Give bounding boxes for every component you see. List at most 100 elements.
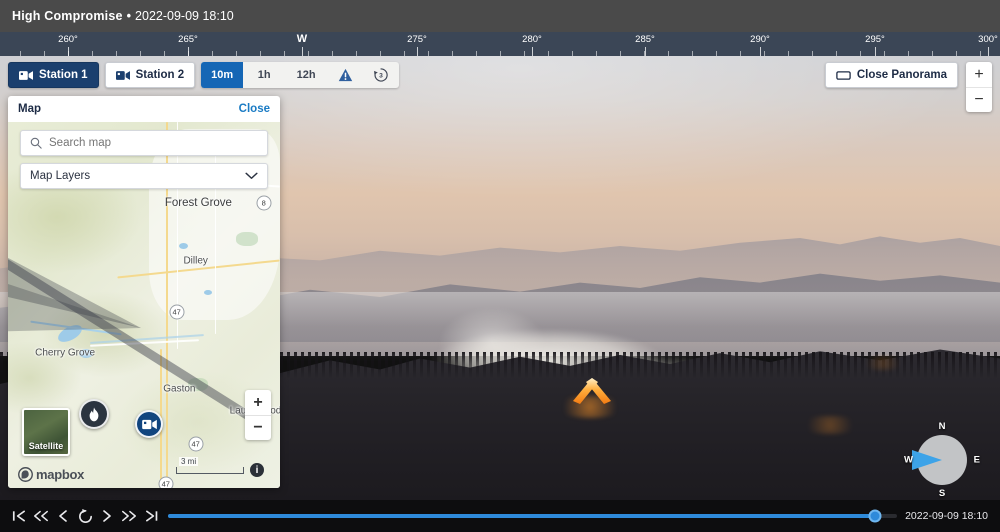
ruler-tick	[980, 51, 981, 56]
panorama-frame-icon	[836, 70, 851, 80]
flame-icon	[89, 407, 99, 421]
fire-flame-marker[interactable]	[79, 399, 109, 429]
warning-triangle-icon	[338, 68, 352, 82]
range-1h-label: 1h	[257, 69, 271, 81]
skip-to-end-icon	[145, 510, 157, 522]
ruler-major-tick	[645, 47, 646, 56]
map-search-box[interactable]	[20, 130, 268, 156]
ruler-tick	[860, 51, 861, 56]
alerts-button[interactable]	[327, 62, 363, 88]
step-back-button[interactable]	[52, 505, 74, 527]
station-2-button[interactable]: Station 2	[104, 62, 196, 88]
station-toolbar: Station 1 Station 2 10m 1h 12h 3	[8, 62, 400, 88]
ruler-label: 290°	[750, 34, 770, 45]
playback-progress-handle[interactable]	[868, 509, 882, 523]
ruler-major-tick	[417, 47, 418, 56]
ruler-label: 280°	[522, 34, 542, 45]
page-title: High Compromise	[12, 9, 123, 23]
fire-glow-secondary	[800, 416, 860, 434]
range-12h-button[interactable]: 12h	[285, 62, 327, 88]
range-12h-label: 12h	[296, 69, 316, 81]
ruler-tick	[668, 51, 669, 56]
map-info-button[interactable]: i	[250, 463, 264, 477]
map-place-label: Cherry Grove	[35, 347, 96, 359]
mapbox-attribution[interactable]: mapbox	[18, 467, 84, 482]
fire-glow-tertiary	[860, 356, 906, 370]
step-forward-icon	[103, 510, 111, 522]
map-place-label: Dilley	[183, 255, 208, 267]
station-1-button[interactable]: Station 1	[8, 62, 99, 88]
panorama-viewer-app: High Compromise • 2022-09-09 18:10 260° 2…	[0, 0, 1000, 532]
ruler-tick	[572, 51, 573, 56]
ruler-label: 260°	[58, 34, 78, 45]
rewind-button[interactable]	[30, 505, 52, 527]
close-panorama-button[interactable]: Close Panorama	[824, 62, 958, 88]
search-icon	[30, 137, 42, 149]
playback-progress-fill	[168, 514, 876, 518]
panorama-zoom-in-button[interactable]: +	[966, 62, 992, 87]
map-panel-header: Map Close	[8, 96, 280, 122]
camera-station-marker[interactable]	[135, 410, 163, 438]
fire-detection-chevron-icon	[573, 378, 611, 404]
map-zoom-in-button[interactable]: +	[245, 390, 271, 415]
highway-shield: 47	[188, 436, 204, 452]
skip-to-start-icon	[12, 510, 25, 522]
ruler-tick	[212, 51, 213, 56]
time-range-segmented-control: 10m 1h 12h 3	[201, 62, 400, 88]
playback-progress-track[interactable]	[168, 509, 898, 523]
ruler-major-tick	[760, 47, 761, 56]
ruler-tick	[428, 51, 429, 56]
skip-to-start-button[interactable]	[8, 505, 30, 527]
ruler-label: W	[296, 33, 308, 45]
map-place-label: Forest Grove	[164, 196, 232, 209]
ruler-tick	[956, 51, 957, 56]
ruler-tick	[284, 51, 285, 56]
ruler-tick	[20, 51, 21, 56]
map-scale-label: 3 mi	[179, 457, 199, 466]
map-scale-bar: 3 mi	[176, 457, 244, 474]
skip-to-end-button[interactable]	[140, 505, 162, 527]
station-2-label: Station 2	[135, 69, 185, 81]
fast-forward-button[interactable]	[118, 505, 140, 527]
map-zoom-out-button[interactable]: −	[245, 415, 271, 440]
ruler-tick	[596, 51, 597, 56]
range-10m-button[interactable]: 10m	[201, 62, 244, 88]
panorama-zoom-out-button[interactable]: −	[966, 87, 992, 112]
search-input[interactable]	[49, 137, 258, 149]
ruler-major-tick	[302, 47, 303, 56]
ruler-tick	[788, 51, 789, 56]
compass-east-label: E	[973, 454, 980, 466]
ruler-tick	[308, 51, 309, 56]
bearing-ruler[interactable]: 260° 265° W 275° 280° 285° 290° 295° 300°	[0, 32, 1000, 56]
panorama-zoom-controls: + −	[966, 62, 992, 112]
step-forward-button[interactable]	[96, 505, 118, 527]
ruler-tick	[164, 51, 165, 56]
mapbox-logo-icon	[18, 467, 33, 482]
ruler-tick	[620, 51, 621, 56]
title-separator: •	[126, 9, 132, 23]
step-back-icon	[59, 510, 67, 522]
range-1h-button[interactable]: 1h	[243, 62, 285, 88]
ruler-major-tick	[875, 47, 876, 56]
map-zoom-controls: + −	[245, 390, 271, 440]
map-layers-dropdown[interactable]: Map Layers	[20, 163, 268, 189]
replay-button[interactable]	[74, 505, 96, 527]
ruler-tick	[692, 51, 693, 56]
map-close-link[interactable]: Close	[239, 103, 270, 115]
satellite-label: Satellite	[28, 441, 64, 451]
playback-bar: 2022-09-09 18:10	[0, 500, 1000, 532]
ruler-tick	[44, 51, 45, 56]
ruler-tick	[236, 51, 237, 56]
svg-text:3: 3	[379, 73, 383, 80]
map-body[interactable]: Forest GroveDilleyCherry GroveGastonLaur…	[8, 122, 280, 488]
satellite-basemap-toggle[interactable]: Satellite	[22, 408, 70, 456]
panorama-controls: Close Panorama + −	[824, 62, 992, 112]
chevron-down-icon	[245, 172, 258, 179]
history-button[interactable]: 3	[363, 62, 399, 88]
compass-north-label: N	[938, 421, 946, 432]
ruler-major-tick	[988, 47, 989, 56]
ruler-tick	[764, 51, 765, 56]
ruler-major-tick	[532, 47, 533, 56]
ruler-label: 300°	[978, 34, 998, 45]
ruler-tick	[140, 51, 141, 56]
